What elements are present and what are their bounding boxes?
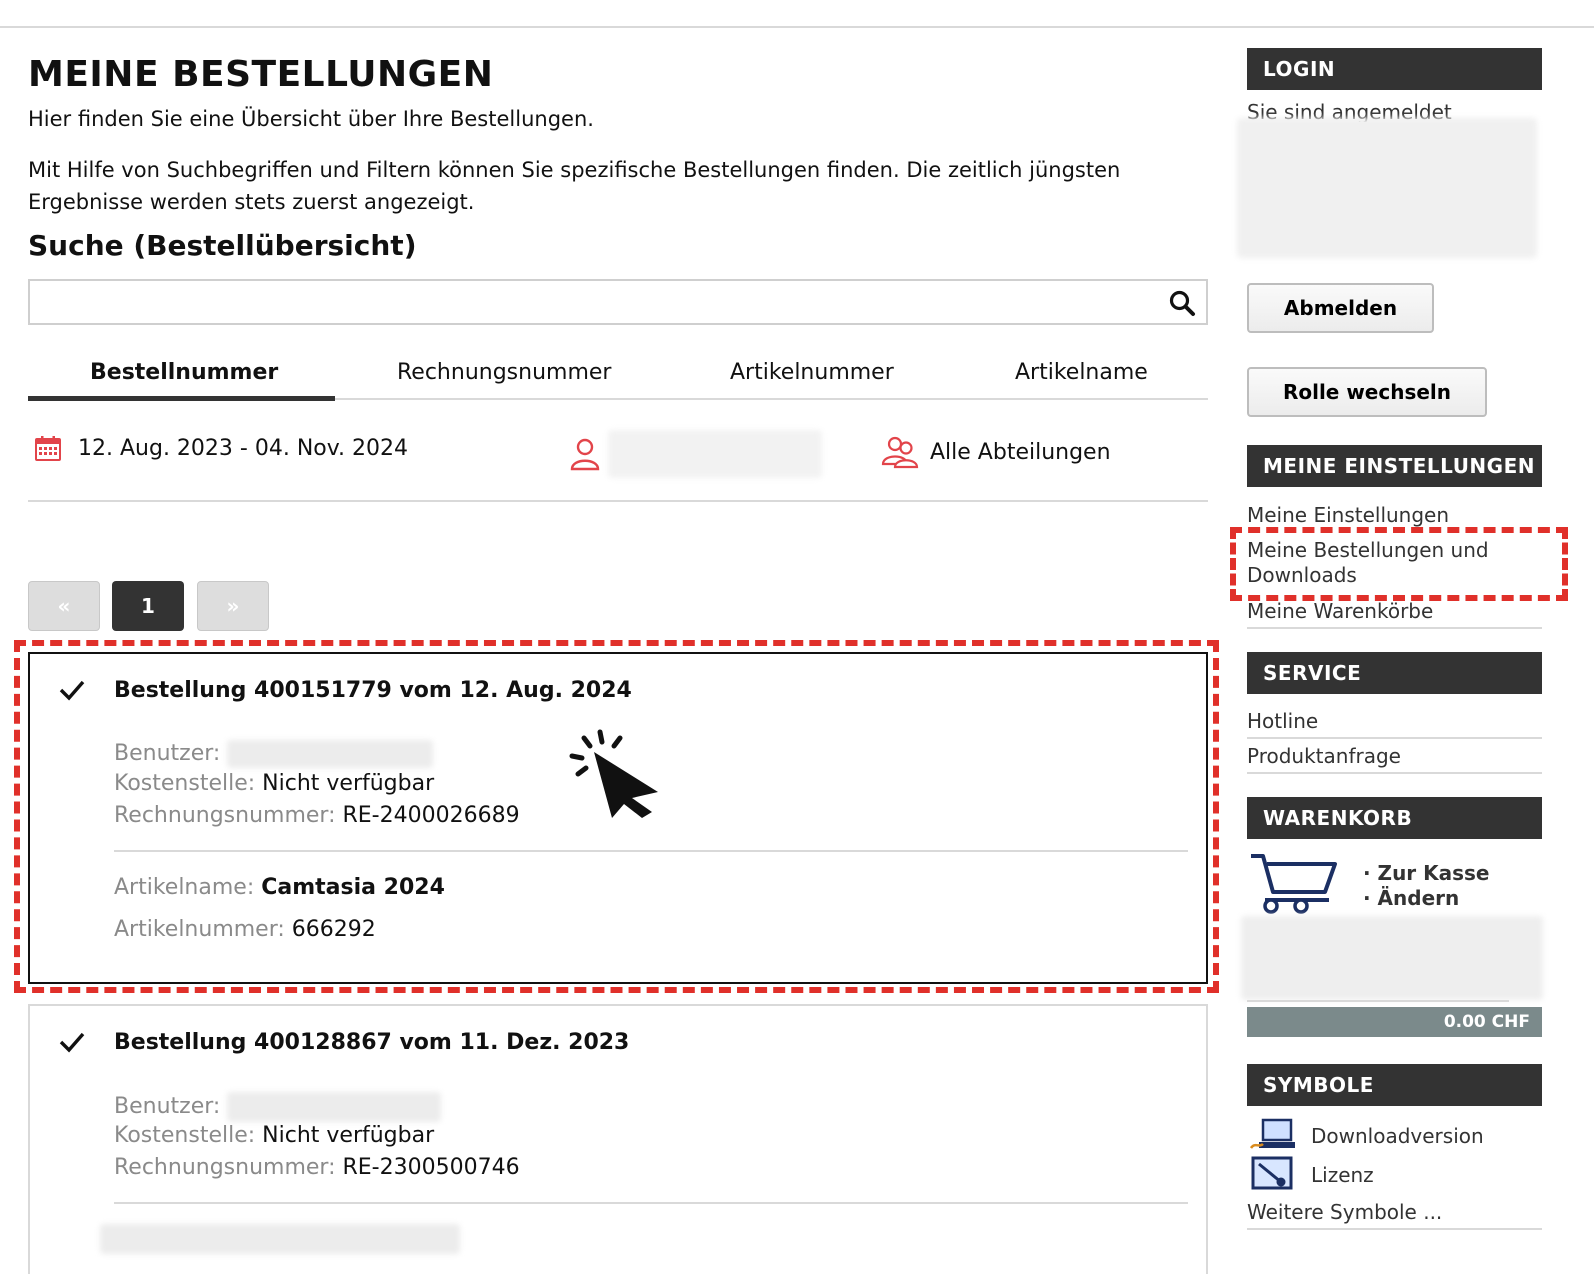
date-range-filter[interactable]: 12. Aug. 2023 - 04. Nov. 2024 — [34, 434, 408, 462]
user-filter[interactable] — [568, 430, 822, 478]
search-input[interactable] — [30, 281, 1160, 323]
symbols-header: SYMBOLE — [1247, 1064, 1542, 1106]
more-symbols-link[interactable]: Weitere Symbole ... — [1247, 1200, 1542, 1230]
cart-header: WARENKORB — [1247, 797, 1542, 839]
filter-bar: 12. Aug. 2023 - 04. Nov. 2024 Alle Abtei… — [28, 420, 1208, 502]
order-cost-value: Nicht verfügbar — [262, 771, 435, 796]
date-range-value: 12. Aug. 2023 - 04. Nov. 2024 — [78, 435, 409, 461]
check-icon — [59, 1032, 85, 1053]
cart-edit-link[interactable]: · Ändern — [1363, 886, 1533, 910]
order-user-row: Benutzer: — [114, 740, 434, 768]
order-article-name-value: Camtasia 2024 — [261, 875, 445, 900]
order-article-number-label: Artikelnummer: — [114, 917, 285, 942]
tab-bestellnummer[interactable]: Bestellnummer — [90, 360, 278, 385]
service-header: SERVICE — [1247, 652, 1542, 694]
settings-header: MEINE EINSTELLUNGEN — [1247, 445, 1542, 487]
prev-page-button[interactable]: « — [28, 581, 100, 631]
top-divider — [0, 26, 1594, 28]
login-user-blurred — [1237, 118, 1537, 258]
cursor-click-icon — [569, 729, 658, 818]
order-article-name-label: Artikelname: — [114, 875, 255, 900]
order-cost-label: Kostenstelle: — [114, 771, 256, 796]
group-icon — [881, 436, 919, 469]
order-cost-row: Kostenstelle: Nicht verfügbar — [114, 1123, 434, 1148]
check-icon — [59, 680, 85, 701]
settings-link-bestellungen[interactable]: Meine Bestellungen und Downloads — [1247, 538, 1497, 588]
login-header: LOGIN — [1247, 48, 1542, 90]
order-user-row: Benutzer: — [114, 1092, 442, 1122]
page-1-button[interactable]: 1 — [112, 581, 184, 631]
active-tab-indicator — [28, 396, 335, 401]
order-cost-label: Kostenstelle: — [114, 1123, 256, 1148]
order-article-blurred — [100, 1224, 460, 1254]
order-title[interactable]: Bestellung 400151779 vom 12. Aug. 2024 — [114, 678, 632, 703]
cart-items-blurred — [1241, 916, 1543, 1000]
intro-text: Hier finden Sie eine Übersicht über Ihre… — [28, 107, 594, 131]
order-article-number-value: 666292 — [291, 917, 376, 942]
order-article-number-row: Artikelnummer: 666292 — [114, 917, 376, 942]
department-value: Alle Abteilungen — [930, 439, 1111, 465]
order-card[interactable]: Bestellung 400128867 vom 11. Dez. 2023 B… — [28, 1004, 1208, 1274]
cart-divider — [1247, 1000, 1509, 1002]
cart-total: 0.00 CHF — [1247, 1007, 1542, 1037]
tab-rechnungsnummer[interactable]: Rechnungsnummer — [397, 360, 611, 385]
order-invoice-value: RE-2400026689 — [342, 803, 520, 828]
cart-icon[interactable] — [1249, 852, 1341, 914]
settings-link-einstellungen[interactable]: Meine Einstellungen — [1247, 503, 1542, 527]
calendar-icon — [35, 436, 61, 461]
tab-artikelnummer[interactable]: Artikelnummer — [730, 360, 894, 385]
search-tabs: Bestellnummer Rechnungsnummer Artikelnum… — [28, 352, 1208, 401]
symbol-license-label: Lizenz — [1311, 1163, 1374, 1187]
order-invoice-value: RE-2300500746 — [342, 1155, 520, 1180]
settings-link-warenkoerbe[interactable]: Meine Warenkörbe — [1247, 599, 1542, 629]
intro-text-filters: Mit Hilfe von Suchbegriffen und Filtern … — [28, 158, 1121, 214]
search-icon[interactable] — [1168, 289, 1196, 317]
order-cost-row: Kostenstelle: Nicht verfügbar — [114, 771, 434, 796]
order-user-label: Benutzer: — [114, 741, 221, 766]
next-page-button[interactable]: » — [197, 581, 269, 631]
order-invoice-row: Rechnungsnummer: RE-2400026689 — [114, 803, 520, 828]
order-user-value — [227, 1092, 442, 1122]
service-link-produktanfrage[interactable]: Produktanfrage — [1247, 744, 1542, 774]
order-cost-value: Nicht verfügbar — [262, 1123, 435, 1148]
user-filter-value — [608, 430, 822, 478]
order-invoice-row: Rechnungsnummer: RE-2300500746 — [114, 1155, 520, 1180]
symbol-download-label: Downloadversion — [1311, 1124, 1484, 1148]
order-divider — [114, 850, 1188, 852]
logout-button[interactable]: Abmelden — [1247, 283, 1434, 333]
user-icon — [570, 438, 600, 471]
search-title: Suche (Bestellübersicht) — [28, 229, 417, 262]
department-filter[interactable]: Alle Abteilungen — [880, 434, 1111, 470]
order-article-name-row: Artikelname: Camtasia 2024 — [114, 875, 445, 900]
cart-checkout-link[interactable]: · Zur Kasse — [1363, 861, 1533, 885]
search-box — [28, 279, 1208, 325]
order-invoice-label: Rechnungsnummer: — [114, 1155, 336, 1180]
page-title: MEINE BESTELLUNGEN — [28, 54, 494, 95]
tab-artikelname[interactable]: Artikelname — [1015, 360, 1148, 385]
order-user-label: Benutzer: — [114, 1094, 221, 1119]
download-version-icon — [1249, 1118, 1295, 1149]
order-divider — [114, 1202, 1188, 1204]
order-invoice-label: Rechnungsnummer: — [114, 803, 336, 828]
switch-role-button[interactable]: Rolle wechseln — [1247, 367, 1487, 417]
service-link-hotline[interactable]: Hotline — [1247, 709, 1542, 739]
license-icon — [1251, 1156, 1293, 1190]
order-title[interactable]: Bestellung 400128867 vom 11. Dez. 2023 — [114, 1030, 629, 1055]
order-user-value — [227, 740, 434, 768]
